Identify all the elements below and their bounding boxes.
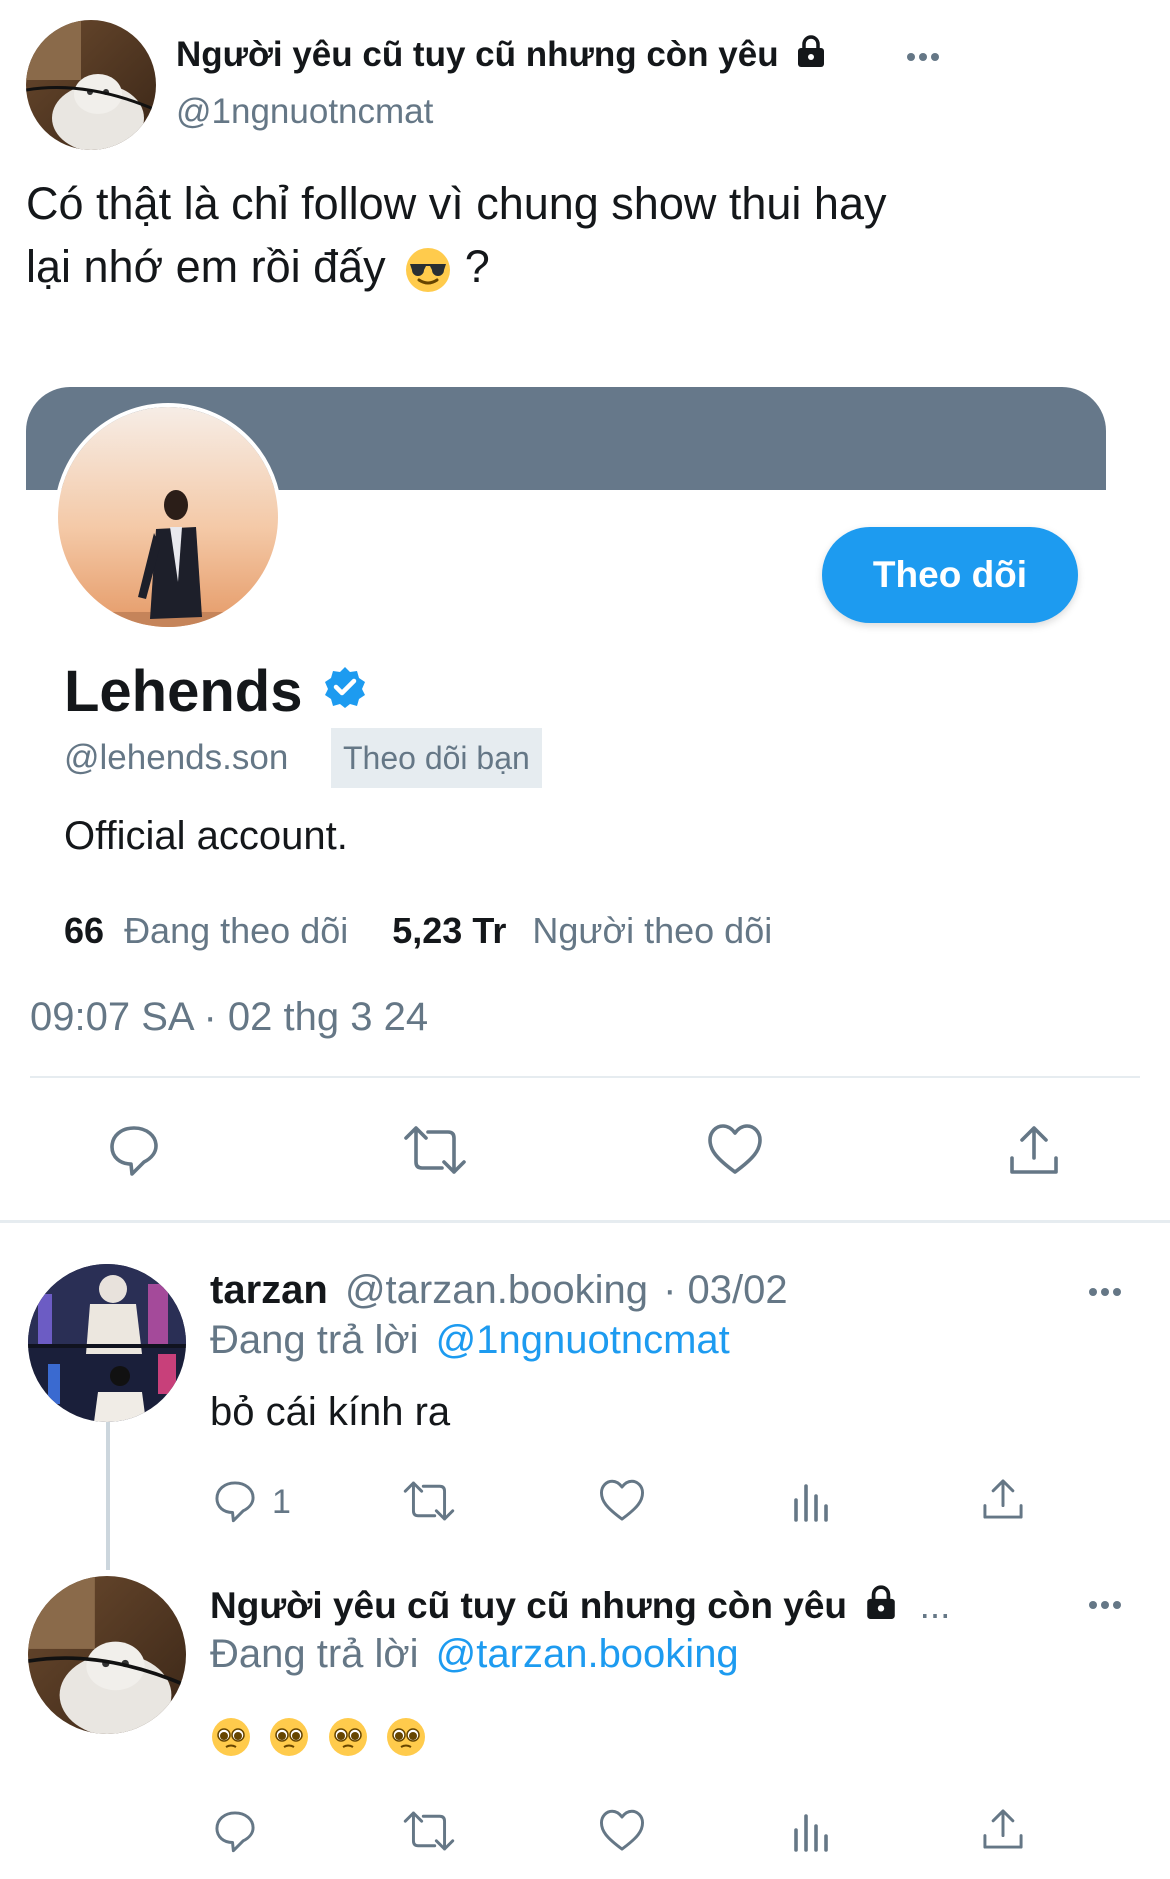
thread-line: [106, 1420, 110, 1570]
follows-you-badge: Theo dõi bạn: [331, 728, 542, 788]
lock-icon: [863, 1584, 899, 1620]
profile-name[interactable]: Lehends: [64, 659, 303, 724]
author-name[interactable]: Người yêu cũ tuy cũ nhưng còn yêu: [176, 35, 779, 74]
name-ellipsis: ...: [919, 1585, 951, 1626]
views-icon[interactable]: [790, 1808, 836, 1854]
tweet-text-line1: Có thật là chỉ follow vì chung show thui…: [26, 178, 887, 229]
like-icon[interactable]: [706, 1122, 764, 1178]
profile-avatar[interactable]: [54, 403, 282, 631]
reply-count: 1: [272, 1483, 291, 1521]
more-icon[interactable]: [1088, 1285, 1122, 1299]
like-icon[interactable]: [598, 1808, 646, 1854]
replying-label: Đang trả lời: [210, 1632, 419, 1676]
author-avatar[interactable]: [26, 20, 156, 150]
lock-icon: [794, 34, 828, 68]
share-icon[interactable]: [980, 1476, 1026, 1522]
replying-to-link[interactable]: @tarzan.booking: [436, 1632, 739, 1676]
pleading-face-icon: [268, 1716, 310, 1758]
divider: [30, 1076, 1140, 1078]
profile-handle[interactable]: @lehends.son: [64, 738, 288, 778]
follow-button[interactable]: Theo dõi: [822, 527, 1078, 623]
section-divider: [0, 1220, 1170, 1223]
tweet-text-line2: lại nhớ em rồi đấy: [26, 241, 386, 292]
profile-bio: Official account.: [64, 814, 348, 858]
tweet-text: Có thật là chỉ follow vì chung show thui…: [26, 172, 1026, 298]
tweet-timestamp[interactable]: 09:07 SA · 02 thg 3 24: [30, 995, 428, 1040]
reply-text: bỏ cái kính ra: [210, 1390, 451, 1434]
replying-label: Đang trả lời: [210, 1318, 419, 1362]
reply-icon[interactable]: [212, 1808, 258, 1854]
replying-to-link[interactable]: @1ngnuotncmat: [436, 1318, 730, 1362]
reply-emojis: [210, 1716, 427, 1758]
verified-icon: [323, 665, 367, 709]
sunglasses-emoji-icon: [404, 246, 452, 294]
more-icon[interactable]: [906, 50, 940, 64]
retweet-icon[interactable]: [402, 1122, 468, 1178]
author-handle[interactable]: @1ngnuotncmat: [176, 92, 433, 132]
reply-author-name[interactable]: Người yêu cũ tuy cũ nhưng còn yêu: [210, 1585, 847, 1626]
pleading-face-icon: [327, 1716, 369, 1758]
more-icon[interactable]: [1088, 1598, 1122, 1612]
reply-avatar[interactable]: [28, 1576, 186, 1734]
views-icon[interactable]: [790, 1478, 836, 1524]
reply-icon[interactable]: [212, 1478, 258, 1524]
retweet-icon[interactable]: [402, 1478, 456, 1524]
reply-icon[interactable]: [106, 1122, 162, 1178]
reply-author-handle[interactable]: @tarzan.booking: [345, 1268, 648, 1312]
reply-avatar[interactable]: [28, 1264, 186, 1422]
following-label[interactable]: Đang theo dõi: [124, 910, 348, 951]
followers-count[interactable]: 5,23 Tr: [392, 910, 506, 951]
reply-author-name[interactable]: tarzan: [210, 1268, 328, 1312]
pleading-face-icon: [210, 1716, 252, 1758]
tweet-text-tail: ?: [464, 241, 490, 292]
following-count[interactable]: 66: [64, 910, 104, 951]
share-icon[interactable]: [1006, 1122, 1062, 1178]
pleading-face-icon: [385, 1716, 427, 1758]
like-icon[interactable]: [598, 1478, 646, 1524]
share-icon[interactable]: [980, 1806, 1026, 1852]
retweet-icon[interactable]: [402, 1808, 456, 1854]
reply-date[interactable]: · 03/02: [663, 1268, 788, 1312]
followers-label[interactable]: Người theo dõi: [532, 910, 772, 951]
